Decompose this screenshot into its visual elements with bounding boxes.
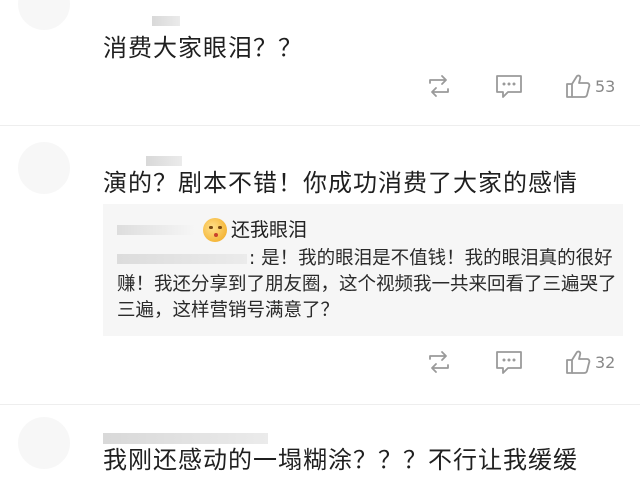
- avatar[interactable]: [18, 417, 70, 469]
- comment-1: 消费大家眼泪？？ 53: [0, 0, 640, 125]
- avatar[interactable]: [18, 0, 70, 30]
- like-count: 32: [595, 352, 616, 372]
- comment-actions: 32: [420, 348, 630, 376]
- username-blurred[interactable]: [146, 156, 182, 166]
- repost-icon: [429, 351, 449, 373]
- comment-button[interactable]: [494, 72, 524, 100]
- comment-text: 消费大家眼泪？？: [103, 34, 303, 62]
- username-blurred[interactable]: [103, 433, 268, 444]
- username-blurred[interactable]: [152, 16, 180, 26]
- reply-username-blurred[interactable]: [117, 225, 195, 235]
- repost-button[interactable]: [424, 72, 454, 100]
- comment-icon: [496, 75, 522, 98]
- comment-button[interactable]: [494, 348, 524, 376]
- repost-icon: [429, 75, 449, 97]
- thumbs-up-icon: [566, 74, 591, 98]
- thumbs-up-icon: [566, 350, 591, 374]
- like-button[interactable]: 32: [564, 348, 615, 376]
- reply-box[interactable]: 还我眼泪 : 是！我的眼泪是不值钱！我的眼泪真的很好赚！我还分享到了朋友圈，这个…: [103, 204, 623, 336]
- avatar[interactable]: [18, 142, 70, 194]
- reply-mention-blurred[interactable]: [117, 254, 247, 264]
- repost-button[interactable]: [424, 348, 454, 376]
- reply-name: 还我眼泪: [231, 219, 308, 241]
- emoji-icon: [203, 218, 227, 242]
- reply-header: 还我眼泪: [117, 216, 307, 244]
- reply-text-block: : 是！我的眼泪是不值钱！我的眼泪真的很好赚！我还分享到了朋友圈，这个视频我一共…: [117, 248, 617, 321]
- comment-3: 我刚还感动的一塌糊涂？？？不行让我缓缓: [0, 405, 640, 489]
- comment-text: 演的？剧本不错！你成功消费了大家的感情: [103, 169, 578, 197]
- like-count: 53: [595, 76, 616, 96]
- comment-text: 我刚还感动的一塌糊涂？？？不行让我缓缓: [103, 446, 578, 474]
- comment-icon: [496, 351, 522, 374]
- like-button[interactable]: 53: [564, 72, 615, 100]
- comment-actions: 53: [420, 72, 630, 100]
